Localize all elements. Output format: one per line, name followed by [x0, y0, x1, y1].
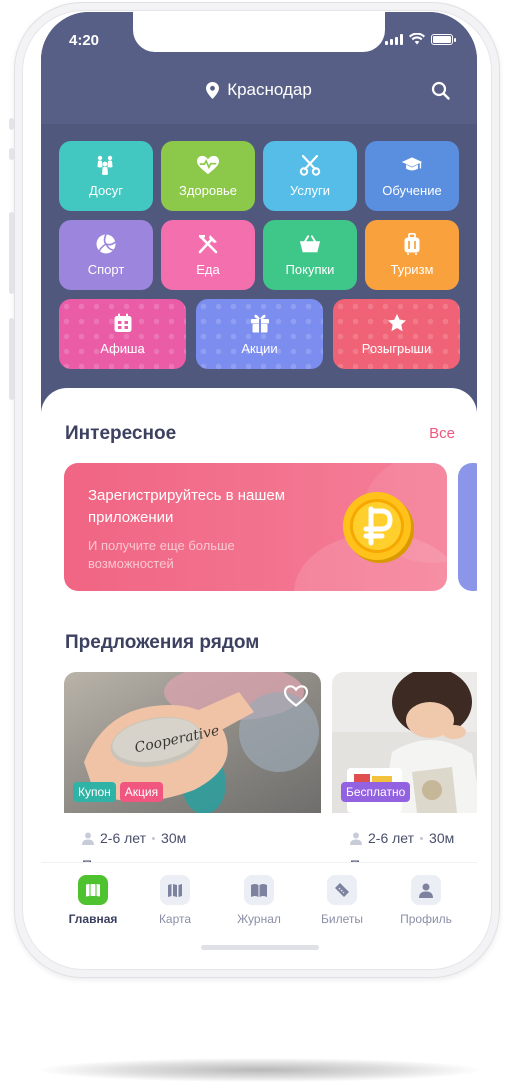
badge-promo: Акция — [119, 782, 164, 802]
phone-notch — [133, 12, 385, 52]
heart-pulse-icon — [197, 154, 219, 176]
offer-duration: 30м — [161, 830, 187, 846]
app-screen: 4:20 Краснодар Досуг Здоровье Услуги Обу… — [41, 12, 477, 966]
tab-journal[interactable]: Журнал — [223, 875, 295, 926]
tab-tickets[interactable]: Билеты — [306, 875, 378, 926]
signal-icon — [385, 33, 403, 45]
category-obuchenie[interactable]: Обучение — [365, 141, 459, 211]
ticket-icon — [327, 875, 357, 905]
category-afisha[interactable]: Афиша — [59, 299, 186, 369]
category-label: Спорт — [87, 262, 125, 277]
phone-side-button — [9, 118, 14, 130]
city-name: Краснодар — [227, 80, 312, 99]
tab-bar: Главная Карта Журнал Билеты Профиль — [41, 862, 477, 966]
tab-home[interactable]: Главная — [57, 875, 129, 926]
category-aktsii[interactable]: Акции — [196, 299, 323, 369]
promo-banner[interactable]: Зарегистрируйтесь в нашем приложении И п… — [64, 463, 447, 591]
bowling-icon — [95, 154, 117, 176]
category-label: Здоровье — [178, 183, 238, 198]
home-book-icon — [78, 875, 108, 905]
see-all-link[interactable]: Все — [429, 425, 455, 442]
volleyball-icon — [95, 233, 117, 255]
phone-side-button — [9, 212, 14, 294]
location-pin-icon — [206, 81, 220, 99]
category-label: Акции — [241, 341, 278, 356]
cutlery-icon — [197, 233, 219, 255]
luggage-icon — [401, 233, 423, 255]
category-label: Услуги — [290, 183, 330, 198]
scissors-icon — [299, 154, 321, 176]
offer-card[interactable]: Бесплатно 2-6 лет 30м Пример названия — [332, 672, 477, 872]
category-eda[interactable]: Еда — [161, 220, 255, 290]
heart-icon[interactable] — [283, 684, 309, 708]
tile-pattern — [333, 299, 460, 369]
category-zdorovie[interactable]: Здоровье — [161, 141, 255, 211]
category-label: Еда — [196, 262, 220, 277]
offer-age: 2-6 лет — [100, 830, 147, 846]
graduation-cap-icon — [401, 154, 423, 176]
tab-profile[interactable]: Профиль — [390, 875, 462, 926]
phone-side-button — [9, 148, 14, 160]
offer-card[interactable]: Cooperative Купон Акция 2-6 лет 30м Прим… — [64, 672, 321, 872]
section-title-nearby: Предложения рядом — [65, 632, 260, 653]
tab-label: Главная — [68, 912, 118, 926]
tab-label: Карта — [158, 912, 192, 926]
category-label: Розыгрыши — [361, 341, 432, 356]
person-icon — [82, 832, 94, 845]
basket-icon — [299, 233, 321, 255]
offer-meta: 2-6 лет 30м — [350, 830, 454, 846]
category-uslugi[interactable]: Услуги — [263, 141, 357, 211]
gift-icon — [249, 312, 271, 334]
category-dosug[interactable]: Досуг — [59, 141, 153, 211]
status-time: 4:20 — [69, 32, 100, 49]
category-label: Афиша — [100, 341, 145, 356]
tab-label: Профиль — [400, 912, 452, 926]
banner-title: Зарегистрируйтесь в нашем приложении — [88, 487, 286, 526]
category-label: Туризм — [390, 262, 434, 277]
badge-coupon: Купон — [73, 782, 116, 802]
map-icon — [160, 875, 190, 905]
search-icon[interactable] — [431, 81, 451, 101]
star-icon — [386, 312, 408, 334]
profile-icon — [411, 875, 441, 905]
offer-badges: Бесплатно — [341, 782, 411, 802]
offer-age: 2-6 лет — [368, 830, 415, 846]
category-label: Обучение — [382, 183, 442, 198]
offer-duration: 30м — [429, 830, 455, 846]
category-rozygryshi[interactable]: Розыгрыши — [333, 299, 460, 369]
ruble-coin-icon — [343, 492, 414, 563]
battery-icon — [431, 33, 456, 45]
location-selector[interactable]: Краснодар — [41, 80, 477, 100]
person-icon — [350, 832, 362, 845]
category-label: Досуг — [89, 183, 123, 198]
offer-meta: 2-6 лет 30м — [82, 830, 186, 846]
section-title-interesting: Интересное — [65, 423, 177, 444]
tab-map[interactable]: Карта — [139, 875, 211, 926]
category-label: Покупки — [285, 262, 335, 277]
category-turizm[interactable]: Туризм — [365, 220, 459, 290]
home-indicator — [201, 945, 319, 950]
tile-pattern — [196, 299, 323, 369]
offer-badges: Купон Акция — [73, 782, 164, 802]
next-banner-peek[interactable] — [458, 463, 477, 591]
calendar-icon — [112, 312, 134, 334]
category-sport[interactable]: Спорт — [59, 220, 153, 290]
phone-shadow — [40, 1058, 480, 1082]
tab-label: Журнал — [237, 912, 281, 926]
badge-free: Бесплатно — [341, 782, 411, 802]
phone-side-button — [9, 318, 14, 400]
wifi-icon — [409, 33, 425, 45]
status-icons — [385, 33, 456, 45]
banner-subtitle: И получите еще больше возможностей — [88, 538, 235, 571]
journal-icon — [244, 875, 274, 905]
category-pokupki[interactable]: Покупки — [263, 220, 357, 290]
tab-label: Билеты — [321, 912, 363, 926]
tile-pattern — [59, 299, 186, 369]
